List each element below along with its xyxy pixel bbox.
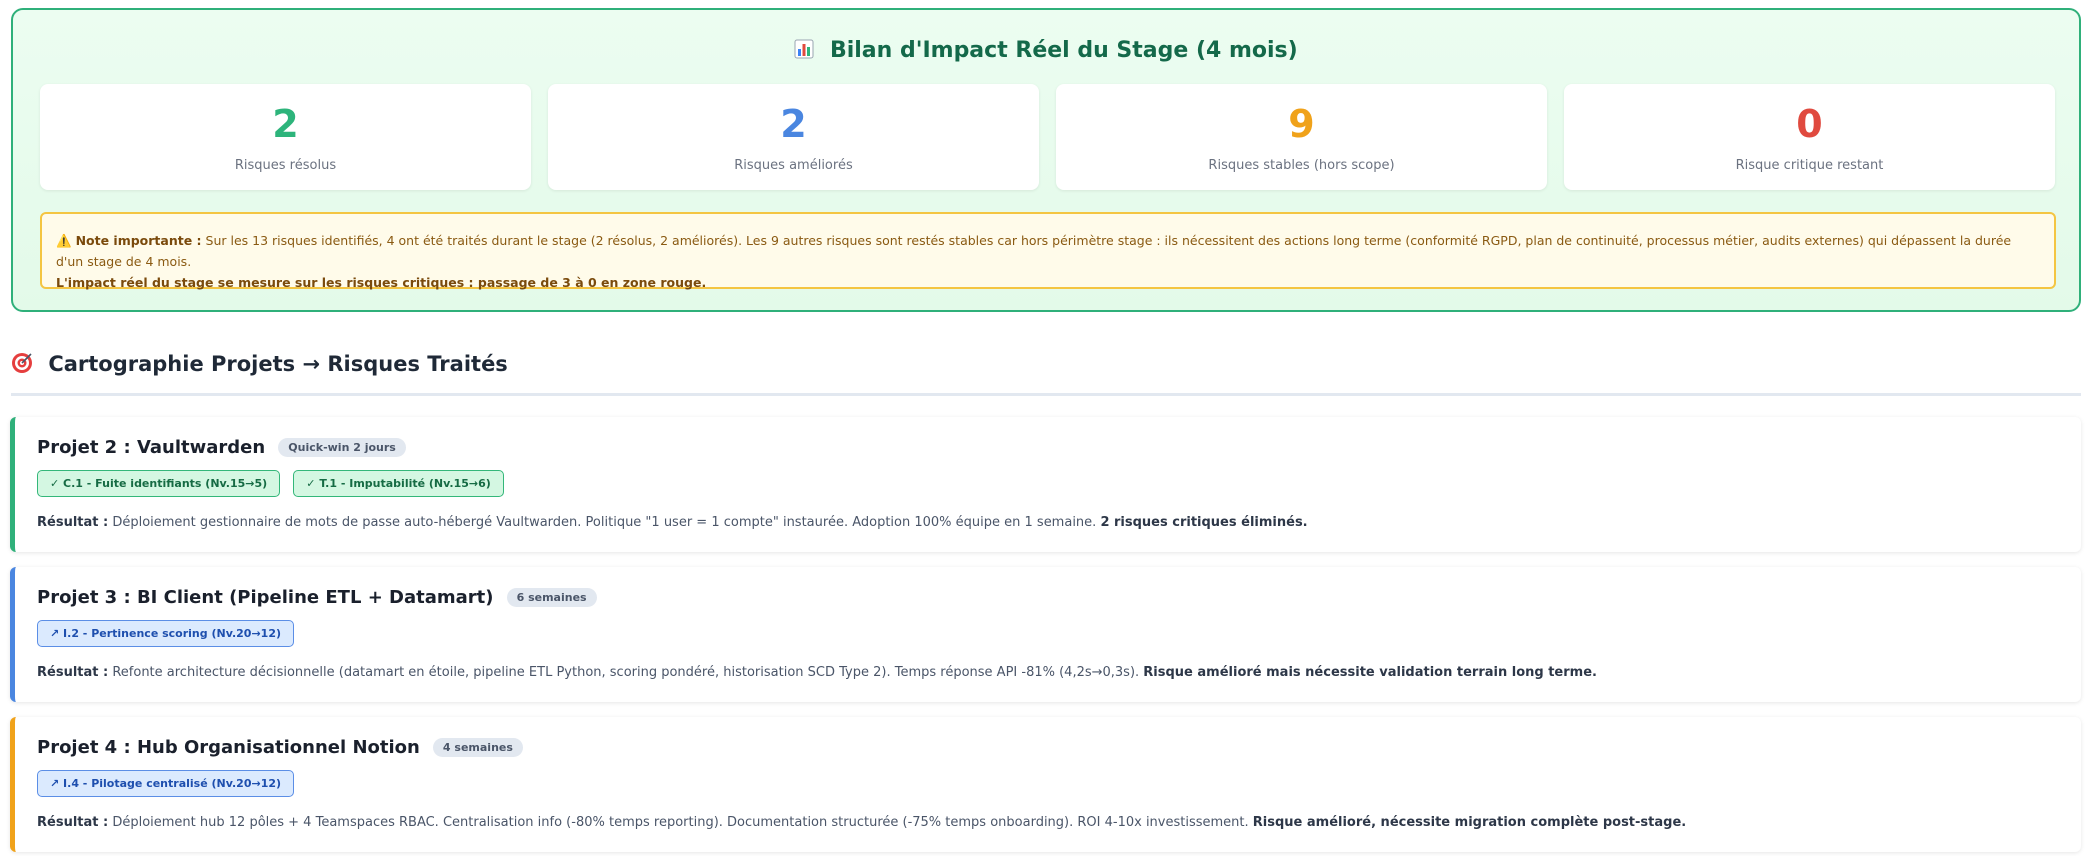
stat-value: 0 bbox=[1796, 102, 1823, 146]
project-header: Projet 4 : Hub Organisationnel Notion 4 … bbox=[37, 737, 523, 758]
target-icon bbox=[11, 352, 40, 376]
note-line: ⚠️ Note importante : Sur les 13 risques … bbox=[56, 230, 2040, 272]
result-text: Déploiement gestionnaire de mots de pass… bbox=[108, 515, 1101, 530]
result-label: Résultat : bbox=[37, 515, 109, 530]
project-title: Projet 2 : Vaultwarden bbox=[37, 437, 266, 458]
stat-label: Risques résolus bbox=[234, 158, 337, 173]
warning-icon: ⚠️ bbox=[56, 233, 72, 248]
result-conclusion: Risque amélioré, nécessite migration com… bbox=[1252, 815, 1687, 830]
result-label: Résultat : bbox=[37, 815, 109, 830]
stat-label: Risques stables (hors scope) bbox=[1208, 158, 1395, 173]
stat-card-stable: 9 Risques stables (hors scope) bbox=[1056, 84, 1547, 190]
stat-value: 2 bbox=[272, 102, 299, 146]
project-header: Projet 3 : BI Client (Pipeline ETL + Dat… bbox=[37, 587, 597, 608]
stat-card-resolved: 2 Risques résolus bbox=[40, 84, 531, 190]
result-label: Résultat : bbox=[37, 665, 109, 680]
result-text: Refonte architecture décisionnelle (data… bbox=[108, 665, 1144, 680]
note-label: Note importante : bbox=[75, 233, 202, 248]
section-title: Cartographie Projets → Risques Traités bbox=[11, 352, 2081, 396]
project-result: Résultat : Déploiement gestionnaire de m… bbox=[37, 515, 1308, 530]
stat-card-critical: 0 Risque critique restant bbox=[1564, 84, 2055, 190]
risk-tag-improved: ↗ I.4 - Pilotage centralisé (Nv.20→12) bbox=[37, 770, 295, 797]
risk-tags: ↗ I.4 - Pilotage centralisé (Nv.20→12) bbox=[37, 770, 302, 797]
result-conclusion: 2 risques critiques éliminés. bbox=[1100, 515, 1308, 530]
project-card-bi-client: Projet 3 : BI Client (Pipeline ETL + Dat… bbox=[10, 567, 2081, 702]
risk-tags: ↗ I.2 - Pertinence scoring (Nv.20→12) bbox=[37, 620, 302, 647]
duration-badge: 6 semaines bbox=[506, 588, 597, 607]
bar-chart-icon bbox=[794, 38, 822, 63]
duration-badge: 4 semaines bbox=[432, 738, 523, 757]
stat-label: Risques améliorés bbox=[734, 158, 853, 173]
result-text: Déploiement hub 12 pôles + 4 Teamspaces … bbox=[108, 815, 1253, 830]
risk-tags: ✓ C.1 - Fuite identifiants (Nv.15→5) ✓ T… bbox=[37, 470, 512, 497]
note-conclusion-line: L'impact réel du stage se mesure sur les… bbox=[56, 272, 2040, 293]
project-card-vaultwarden: Projet 2 : Vaultwarden Quick-win 2 jours… bbox=[10, 417, 2081, 552]
risk-tag-improved: ↗ I.2 - Pertinence scoring (Nv.20→12) bbox=[37, 620, 295, 647]
project-header: Projet 2 : Vaultwarden Quick-win 2 jours bbox=[37, 437, 406, 458]
duration-badge: Quick-win 2 jours bbox=[278, 438, 406, 457]
important-note: ⚠️ Note importante : Sur les 13 risques … bbox=[40, 212, 2056, 290]
note-text: Sur les 13 risques identifiés, 4 ont été… bbox=[56, 233, 2012, 269]
stat-value: 2 bbox=[780, 102, 807, 146]
stats-row: 2 Risques résolus 2 Risques améliorés 9 … bbox=[40, 84, 2055, 190]
risk-tag-resolved: ✓ T.1 - Imputabilité (Nv.15→6) bbox=[293, 470, 504, 497]
project-result: Résultat : Refonte architecture décision… bbox=[37, 665, 1597, 680]
project-card-notion-hub: Projet 4 : Hub Organisationnel Notion 4 … bbox=[10, 717, 2081, 852]
stat-label: Risque critique restant bbox=[1735, 158, 1884, 173]
note-conclusion: L'impact réel du stage se mesure sur les… bbox=[56, 275, 707, 290]
stat-card-improved: 2 Risques améliorés bbox=[548, 84, 1039, 190]
impact-summary-panel: Bilan d'Impact Réel du Stage (4 mois) 2 … bbox=[11, 8, 2081, 312]
stat-value: 9 bbox=[1288, 102, 1315, 146]
project-title: Projet 3 : BI Client (Pipeline ETL + Dat… bbox=[37, 587, 494, 608]
impact-title: Bilan d'Impact Réel du Stage (4 mois) bbox=[13, 38, 2079, 63]
result-conclusion: Risque amélioré mais nécessite validatio… bbox=[1143, 665, 1597, 680]
project-title: Projet 4 : Hub Organisationnel Notion bbox=[37, 737, 420, 758]
project-result: Résultat : Déploiement hub 12 pôles + 4 … bbox=[37, 815, 1686, 830]
risk-tag-resolved: ✓ C.1 - Fuite identifiants (Nv.15→5) bbox=[37, 470, 281, 497]
